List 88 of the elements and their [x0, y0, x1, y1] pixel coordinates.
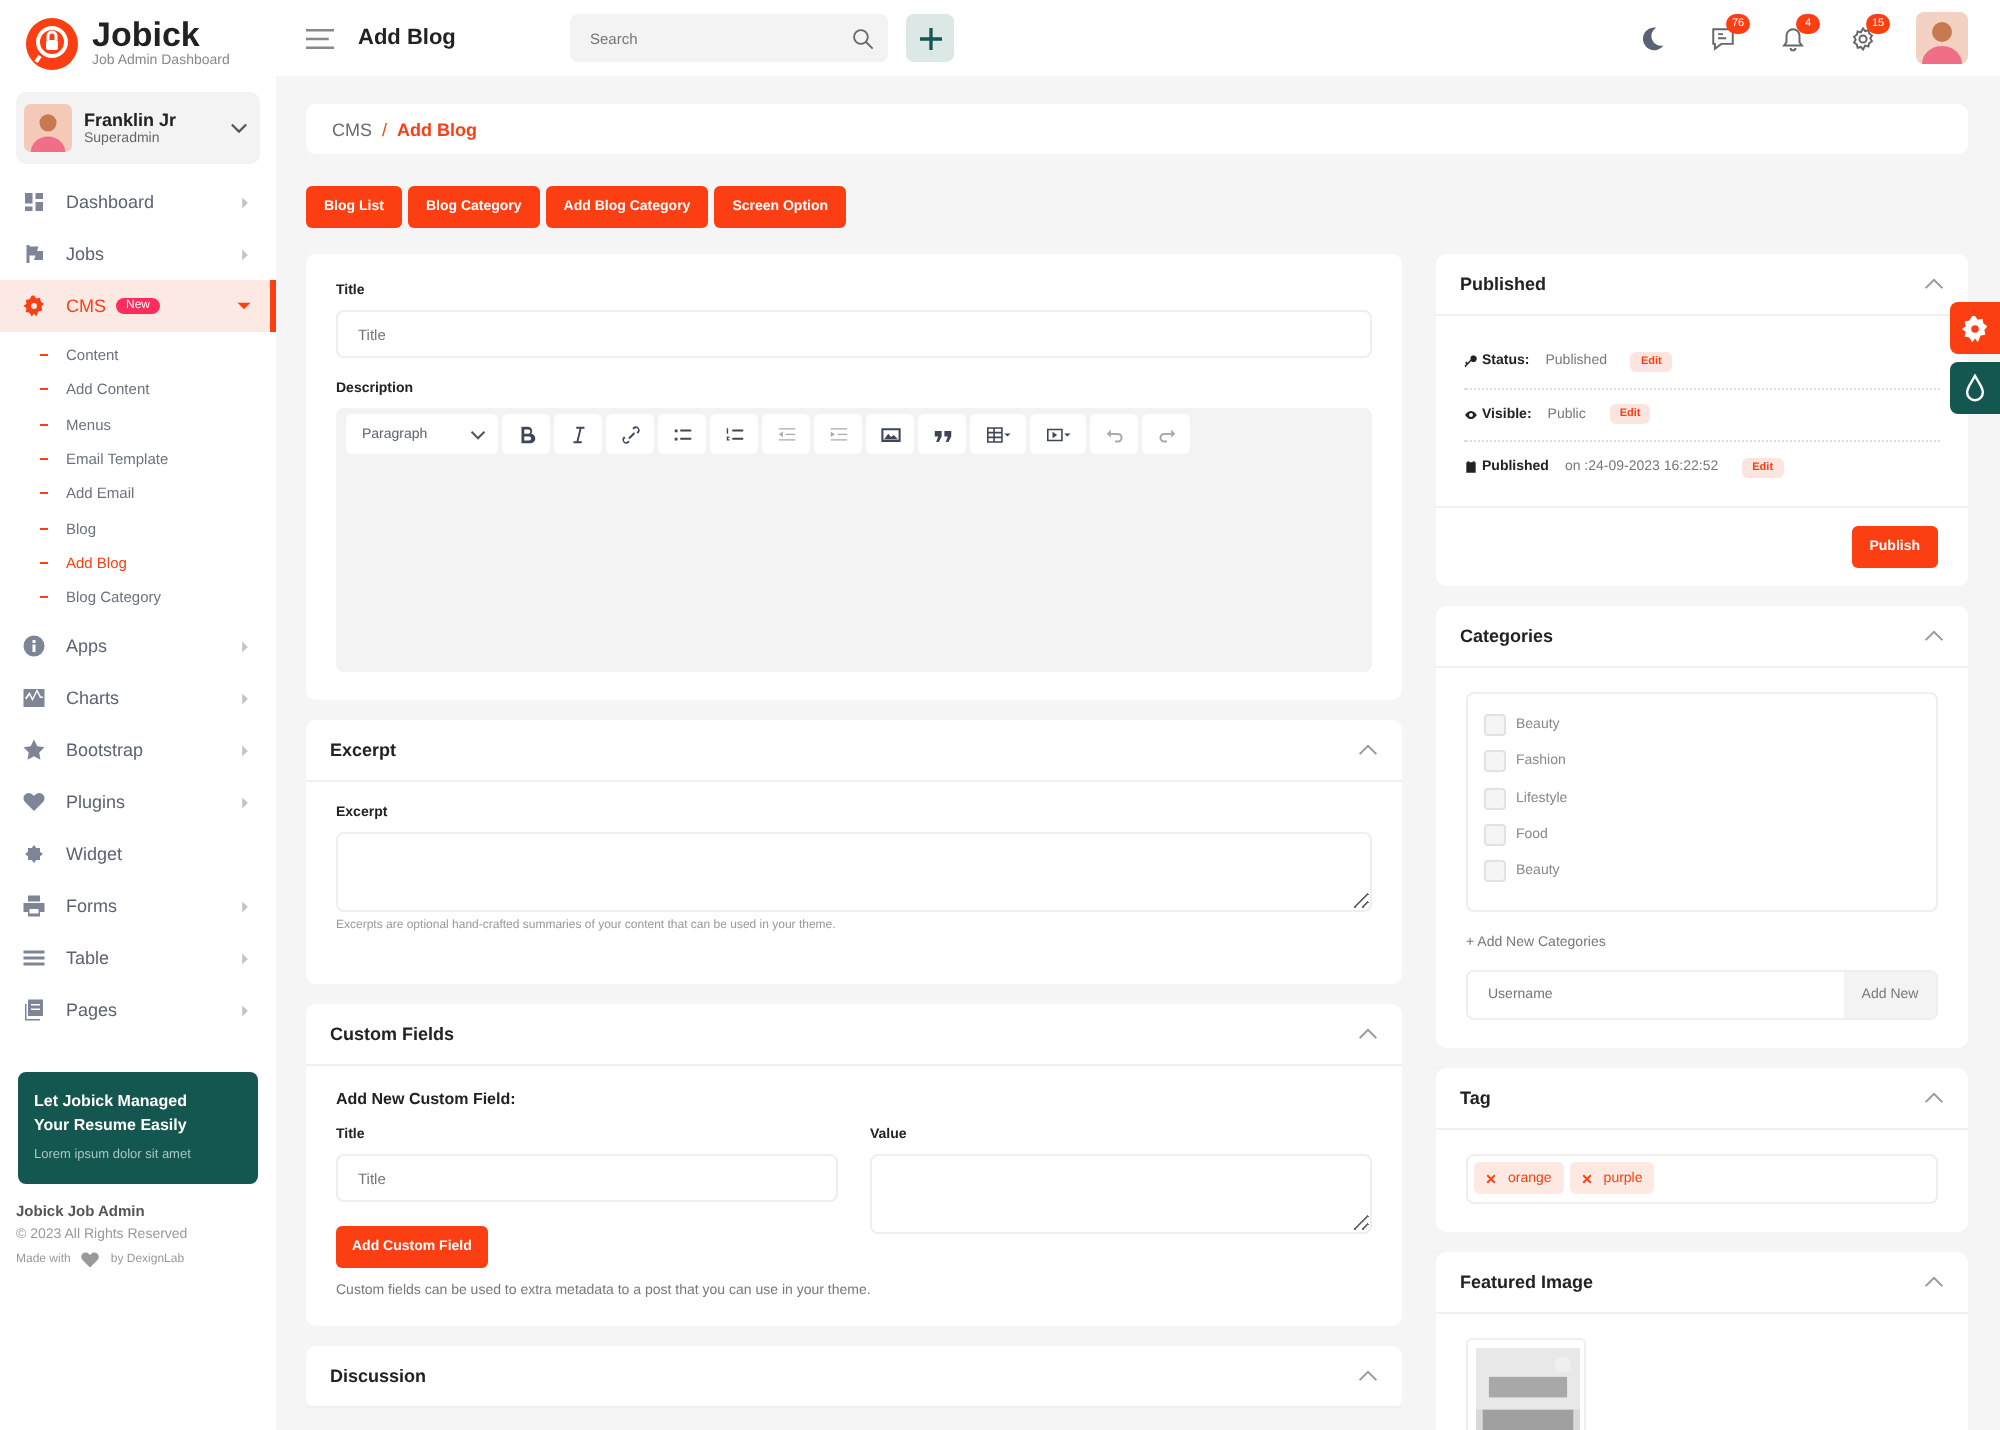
indent-icon [827, 423, 849, 445]
card-title: Excerpt [330, 740, 397, 760]
menu-item[interactable]: Table [0, 932, 276, 985]
moon-icon[interactable] [1640, 25, 1666, 51]
checkbox[interactable] [1484, 824, 1506, 847]
menu-item[interactable]: Plugins [0, 776, 276, 829]
quote-button[interactable] [918, 414, 966, 454]
theme-button[interactable] [1950, 362, 2000, 414]
gear-icon [1960, 313, 1990, 343]
widget-icon [22, 842, 46, 867]
numbered-list-icon [723, 423, 745, 445]
chart-icon [22, 686, 46, 711]
media-button[interactable] [1030, 414, 1086, 454]
menu-item[interactable]: Jobs [0, 228, 276, 280]
redo-button[interactable] [1142, 414, 1190, 454]
menu-item[interactable]: Dashboard [0, 176, 276, 228]
bell-icon[interactable] [1780, 25, 1806, 51]
heart-icon [22, 790, 46, 815]
chat-icon[interactable] [1710, 25, 1736, 51]
menu-item[interactable]: Bootstrap [0, 724, 276, 777]
breadcrumb-separator: / [382, 119, 388, 139]
dashboard-icon [22, 190, 46, 214]
bold-button[interactable] [502, 414, 550, 454]
link-icon [619, 423, 641, 445]
calendar-icon [1464, 460, 1478, 475]
bullet-list-button[interactable] [658, 414, 706, 454]
chevron-up-icon[interactable] [1358, 744, 1378, 756]
card-title: Categories [1460, 625, 1554, 645]
image-button[interactable] [866, 414, 914, 454]
logo-icon [24, 15, 80, 71]
chevron-down-icon [470, 429, 486, 439]
link-button[interactable] [606, 414, 654, 454]
breadcrumb-link[interactable]: Add Blog [397, 119, 478, 139]
gear-icon [22, 294, 46, 318]
info-icon [22, 634, 46, 659]
numbered-list-button[interactable] [710, 414, 758, 454]
menu-item[interactable]: Apps [0, 620, 276, 673]
outdent-icon [775, 423, 797, 445]
flag-icon [22, 242, 46, 266]
table-icon [982, 423, 1014, 445]
media-icon [1042, 423, 1074, 445]
chevron-up-icon[interactable] [1924, 1091, 1944, 1104]
italic-button[interactable] [554, 414, 602, 454]
settings-icon[interactable] [1850, 25, 1876, 51]
add-button[interactable] [906, 14, 954, 62]
chevron-down-icon [230, 122, 248, 134]
chevron-up-icon[interactable] [1358, 1028, 1378, 1040]
card-title: Tag [1460, 1087, 1491, 1108]
chevron-up-icon[interactable] [1924, 1275, 1944, 1288]
avatar [24, 104, 72, 152]
close-icon[interactable] [1581, 1173, 1592, 1184]
card-title: Custom Fields [330, 1024, 455, 1044]
search-icon[interactable] [852, 27, 874, 49]
heart-icon [80, 1250, 101, 1271]
checkbox[interactable] [1484, 714, 1506, 737]
pages-icon [22, 998, 46, 1023]
settings-button[interactable] [1950, 302, 2000, 354]
menu-item[interactable]: Forms [0, 880, 276, 933]
checkbox[interactable] [1484, 787, 1506, 810]
brand-name: Jobick [92, 18, 200, 54]
table-button[interactable] [970, 414, 1026, 454]
eye-icon [1464, 407, 1478, 422]
key-icon [1464, 354, 1478, 369]
close-icon[interactable] [1486, 1173, 1496, 1184]
avatar[interactable] [1916, 12, 1968, 64]
user-name: Franklin Jr [84, 110, 179, 130]
chevron-up-icon[interactable] [1358, 1370, 1378, 1382]
card-title: Featured Image [1460, 1271, 1594, 1292]
printer-icon [22, 894, 46, 919]
checkbox[interactable] [1484, 860, 1506, 883]
chevron-up-icon[interactable] [1924, 629, 1944, 641]
menu-icon[interactable] [306, 27, 334, 49]
card-title: Discussion [330, 1366, 427, 1386]
plus-icon [919, 27, 941, 49]
page-title: Add Blog [358, 26, 458, 50]
checkbox[interactable] [1484, 750, 1506, 773]
table-icon [22, 946, 46, 971]
drop-icon [1964, 374, 1986, 402]
section-subheading: Add New Custom Field: [336, 1090, 518, 1108]
menu-item[interactable]: Pages [0, 984, 276, 1037]
image-icon [879, 423, 901, 445]
star-icon [22, 738, 46, 763]
card-title: Published [1460, 274, 1547, 294]
breadcrumb-link[interactable]: CMS [332, 119, 372, 139]
chevron-up-icon[interactable] [1924, 278, 1944, 290]
promo-title: Let Jobick Managed Your Resume Easily [34, 1090, 189, 1139]
menu-item[interactable]: Widget [0, 828, 276, 881]
menu-item[interactable]: Charts [0, 672, 276, 725]
